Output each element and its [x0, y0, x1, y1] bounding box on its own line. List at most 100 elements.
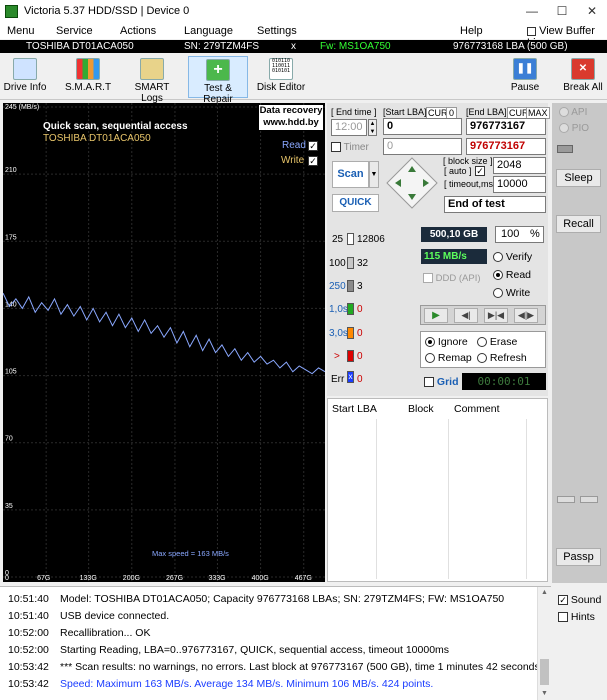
refresh-option[interactable]: Refresh [477, 352, 527, 364]
menu-item-actions[interactable]: Actions [120, 25, 156, 37]
start-lba-input[interactable]: 0 [383, 118, 462, 135]
log-text: Recallibration... OK [60, 627, 151, 639]
write-radio[interactable] [493, 288, 503, 299]
sound-checkbox[interactable]: ✓ [558, 595, 568, 606]
play-icon[interactable]: ▶ [424, 308, 448, 323]
api-option[interactable]: API [559, 107, 587, 118]
erase-radio[interactable] [477, 337, 487, 348]
ignore-radio[interactable] [425, 337, 435, 348]
log-time: 10:51:40 [8, 593, 49, 605]
sleep-button[interactable]: Sleep [556, 169, 601, 187]
smart-logs-button[interactable]: SMART Logs [123, 56, 181, 104]
end-lba-max-input[interactable]: 976773167 [466, 118, 546, 135]
stat-bar-100 [347, 257, 354, 269]
verify-option[interactable]: Verify [493, 251, 532, 263]
log-scrollbar[interactable]: ▲ ▼ [537, 587, 551, 700]
pio-radio[interactable] [559, 123, 569, 134]
menu-bar: Menu Service Actions Language Settings H… [0, 23, 607, 49]
hints-checkbox[interactable] [558, 612, 568, 623]
device-firmware: Fw: MS1OA750 [320, 41, 391, 52]
column-comment[interactable]: Comment [454, 403, 500, 415]
remap-radio[interactable] [425, 353, 435, 364]
menu-item-service[interactable]: Service [56, 25, 93, 37]
hints-option[interactable]: Hints [558, 611, 595, 623]
log-row: 10:52:00 Starting Reading, LBA=0..9767731… [8, 644, 449, 656]
api-radio[interactable] [559, 107, 569, 118]
column-block[interactable]: Block [408, 403, 434, 415]
quick-button[interactable]: QUICK [332, 194, 379, 212]
write-legend-checkbox[interactable]: ✓ [308, 156, 318, 166]
scan-button[interactable]: Scan [332, 161, 369, 188]
smart-button[interactable]: S.M.A.R.T [62, 56, 114, 98]
small-indicator-right[interactable] [580, 496, 598, 503]
device-close[interactable]: x [291, 40, 296, 53]
write-legend-label: Write [281, 155, 305, 166]
erase-label: Erase [489, 336, 518, 348]
stat-threshold-25: 25 [332, 234, 344, 245]
pause-icon: ❚❚ [513, 58, 537, 80]
time-group: [ End time ] 12:00 ▲ ▼ Timer [330, 105, 378, 157]
scroll-thumb[interactable] [540, 659, 549, 685]
timer-checkbox[interactable] [331, 142, 341, 153]
scan-dropdown-arrow[interactable]: ▼ [369, 161, 379, 188]
menu-item-menu[interactable]: Menu [7, 25, 35, 37]
timer-input[interactable]: 0 [383, 138, 462, 155]
drive-info-button[interactable]: Drive Info [2, 56, 48, 98]
menu-item-language[interactable]: Language [184, 25, 233, 37]
read-radio[interactable] [493, 270, 503, 281]
end-mode-select[interactable]: End of test [444, 196, 546, 213]
direction-pad[interactable] [385, 156, 439, 210]
ddd-api-checkbox[interactable] [423, 273, 433, 284]
break-all-button[interactable]: ✕ Break All [563, 56, 603, 98]
auto-checkbox[interactable]: ✓ [475, 166, 485, 176]
max-speed-label: Max speed = 163 MB/s [152, 549, 229, 558]
ignore-option[interactable]: Ignore [425, 336, 468, 348]
sound-option[interactable]: ✓ Sound [558, 594, 601, 606]
maximize-button[interactable]: ☐ [547, 0, 577, 23]
menu-item-settings[interactable]: Settings [257, 25, 297, 37]
x-tick-label: 467G [295, 575, 312, 582]
scroll-down-icon[interactable]: ▼ [541, 690, 548, 697]
scroll-up-icon[interactable]: ▲ [541, 589, 548, 596]
refresh-radio[interactable] [477, 353, 487, 364]
end-time-spinner[interactable]: ▲ ▼ [368, 119, 377, 136]
log-time: 10:53:42 [8, 678, 49, 690]
write-option[interactable]: Write [493, 287, 530, 299]
small-indicator-left[interactable] [557, 496, 575, 503]
end-time-input[interactable]: 12:00 [331, 119, 367, 136]
disk-editor-button[interactable]: 010110 110011 010101 Disk Editor [256, 56, 306, 98]
verify-radio[interactable] [493, 252, 503, 263]
remap-option[interactable]: Remap [425, 352, 472, 364]
ddd-api-option[interactable]: DDD (API) [423, 273, 481, 284]
test-repair-button[interactable]: + Test & Repair [188, 56, 248, 105]
disk-editor-icon: 010110 110011 010101 [269, 58, 293, 80]
pause-button[interactable]: ❚❚ Pause [508, 56, 542, 98]
grid-option[interactable]: Grid [424, 376, 459, 388]
stat-bar-25 [347, 233, 354, 245]
column-start-lba[interactable]: Start LBA [332, 403, 377, 415]
skip-icon[interactable]: ▶|◀ [484, 308, 508, 323]
close-button[interactable]: ✕ [577, 0, 607, 23]
minimize-button[interactable]: — [517, 0, 547, 23]
erase-option[interactable]: Erase [477, 336, 517, 348]
view-buffer-checkbox[interactable] [527, 26, 536, 36]
passp-button[interactable]: Passp [556, 548, 601, 566]
timer-option[interactable]: Timer [331, 142, 369, 153]
y-tick-label: 175 [5, 234, 17, 241]
timeout-select[interactable]: 10000 [493, 176, 546, 193]
x-tick-label: 133G [80, 575, 97, 582]
recall-button[interactable]: Recall [556, 215, 601, 233]
rewind-icon[interactable]: ◀| [454, 308, 478, 323]
menu-item-help[interactable]: Help [460, 25, 483, 37]
read-legend-checkbox[interactable]: ✓ [308, 141, 318, 151]
end-lba-input[interactable]: 976773167 [466, 138, 546, 155]
data-recovery-badge[interactable]: Data recovery www.hdd.by [259, 105, 323, 130]
end-icon[interactable]: ◀|▶ [514, 308, 538, 323]
grid-checkbox[interactable] [424, 377, 434, 388]
read-option[interactable]: Read [493, 269, 531, 281]
block-size-select[interactable]: 2048 [493, 157, 546, 174]
pio-option[interactable]: PIO [559, 123, 589, 134]
test-repair-label: Test & Repair [203, 83, 233, 105]
speed-chart-svg: 2101751401057035067G 133G 200G 267G 333G 400G… [3, 103, 325, 582]
start-lba-label: [Start LBA] [383, 107, 427, 117]
